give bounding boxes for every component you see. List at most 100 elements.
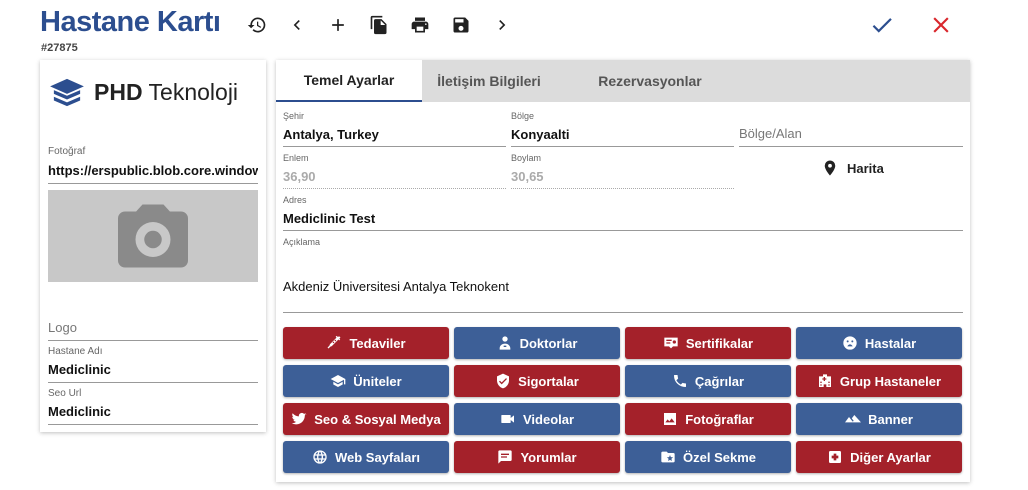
longitude-field: 30,65 bbox=[511, 169, 544, 184]
camera-icon bbox=[118, 204, 188, 268]
button-label: Yorumlar bbox=[520, 449, 577, 465]
divider bbox=[283, 188, 506, 189]
photo-label: Fotoğraf bbox=[48, 146, 86, 157]
map-button[interactable]: Harita bbox=[821, 158, 884, 178]
button-fotoğraflar[interactable]: Fotoğraflar bbox=[625, 403, 791, 435]
chevron-left-icon[interactable] bbox=[284, 12, 310, 38]
map-pin-icon bbox=[824, 160, 836, 176]
region-area-field[interactable]: Bölge/Alan bbox=[739, 126, 802, 141]
medical-box-icon bbox=[827, 449, 843, 465]
divider bbox=[283, 312, 963, 313]
company-logo: PHD Teknoloji bbox=[48, 72, 260, 112]
save-icon[interactable] bbox=[448, 12, 474, 38]
mountain-icon bbox=[845, 411, 862, 427]
button-label: Çağrılar bbox=[694, 373, 745, 389]
hospital-name-label: Hastane Adı bbox=[48, 346, 103, 357]
tab-reservations[interactable]: Rezervasyonlar bbox=[580, 60, 720, 102]
seo-url-label: Seo Url bbox=[48, 388, 82, 399]
divider bbox=[511, 146, 734, 147]
button-label: Üniteler bbox=[353, 373, 402, 389]
button-label: Seo & Sosyal Medya bbox=[314, 411, 441, 427]
button-label: Videolar bbox=[522, 411, 575, 427]
print-icon[interactable] bbox=[407, 12, 433, 38]
button-label: Hastalar bbox=[864, 335, 917, 351]
hospital-icon bbox=[817, 373, 833, 389]
graduation-cap-icon bbox=[330, 373, 346, 389]
button-label: Özel Sekme bbox=[683, 449, 756, 465]
button-sertifikalar[interactable]: Sertifikalar bbox=[625, 327, 791, 359]
longitude-label: Boylam bbox=[511, 153, 542, 163]
region-label: Bölge bbox=[511, 111, 535, 121]
latitude-label: Enlem bbox=[283, 153, 309, 163]
seo-url-field[interactable]: Mediclinic bbox=[48, 404, 111, 419]
divider bbox=[511, 188, 734, 189]
button-üniteler[interactable]: Üniteler bbox=[283, 365, 449, 397]
divider bbox=[283, 230, 963, 231]
divider bbox=[739, 146, 963, 147]
page-title: Hastane Kartı bbox=[40, 6, 221, 38]
photo-url-field[interactable]: https://erspublic.blob.core.windows.net bbox=[48, 163, 258, 178]
button-label: Fotoğraflar bbox=[685, 411, 754, 427]
cancel-close-icon[interactable] bbox=[926, 10, 956, 40]
button-seo-sosyal-medya[interactable]: Seo & Sosyal Medya bbox=[283, 403, 449, 435]
description-label: Açıklama bbox=[283, 237, 321, 247]
address-field[interactable]: Mediclinic Test bbox=[283, 211, 375, 226]
hospital-name-field[interactable]: Mediclinic bbox=[48, 362, 111, 377]
tab-bar: Temel Ayarlar İletişim Bilgileri Rezerva… bbox=[276, 60, 970, 102]
tab-contact-info[interactable]: İletişim Bilgileri bbox=[422, 60, 556, 102]
twitter-icon bbox=[291, 411, 307, 427]
divider bbox=[283, 146, 506, 147]
image-icon bbox=[662, 411, 678, 427]
shield-check-icon bbox=[495, 373, 511, 389]
button-sigortalar[interactable]: Sigortalar bbox=[454, 365, 620, 397]
button-hastalar[interactable]: Hastalar bbox=[796, 327, 962, 359]
copy-icon[interactable] bbox=[366, 12, 392, 38]
button-label: Grup Hastaneler bbox=[839, 373, 942, 389]
logo-field[interactable]: Logo bbox=[48, 320, 77, 335]
button-web-sayfaları[interactable]: Web Sayfaları bbox=[283, 441, 449, 473]
button-videolar[interactable]: Videolar bbox=[454, 403, 620, 435]
photo-placeholder[interactable] bbox=[48, 190, 258, 282]
logo-text: PHD Teknoloji bbox=[94, 78, 239, 105]
button-banner[interactable]: Banner bbox=[796, 403, 962, 435]
button-çağrılar[interactable]: Çağrılar bbox=[625, 365, 791, 397]
chevron-right-icon[interactable] bbox=[489, 12, 515, 38]
button-diğer-ayarlar[interactable]: Diğer Ayarlar bbox=[796, 441, 962, 473]
tab-basic-settings[interactable]: Temel Ayarlar bbox=[276, 60, 422, 102]
video-icon bbox=[500, 411, 516, 427]
doctor-icon bbox=[497, 335, 513, 351]
button-yorumlar[interactable]: Yorumlar bbox=[454, 441, 620, 473]
latitude-field: 36,90 bbox=[283, 169, 316, 184]
divider bbox=[48, 183, 258, 184]
phone-icon bbox=[672, 373, 688, 389]
record-id: #27875 bbox=[41, 42, 78, 54]
button-label: Tedaviler bbox=[349, 335, 406, 351]
button-tedaviler[interactable]: Tedaviler bbox=[283, 327, 449, 359]
region-field[interactable]: Konyaalti bbox=[511, 127, 570, 142]
star-folder-icon bbox=[660, 449, 676, 465]
plus-icon[interactable] bbox=[325, 12, 351, 38]
divider bbox=[48, 340, 258, 341]
button-özel-sekme[interactable]: Özel Sekme bbox=[625, 441, 791, 473]
button-label: Sertifikalar bbox=[685, 335, 754, 351]
button-label: Diğer Ayarlar bbox=[850, 449, 931, 465]
comment-icon bbox=[497, 449, 513, 465]
confirm-check-icon[interactable] bbox=[867, 10, 897, 40]
button-label: Banner bbox=[868, 411, 913, 427]
button-label: Doktorlar bbox=[519, 335, 578, 351]
city-label: Şehir bbox=[283, 111, 305, 121]
page-header: Hastane Kartı #27875 bbox=[40, 4, 980, 56]
button-doktorlar[interactable]: Doktorlar bbox=[454, 327, 620, 359]
settings-panel: Temel Ayarlar İletişim Bilgileri Rezerva… bbox=[276, 60, 970, 482]
hospital-summary-card: PHD Teknoloji Fotoğraf https://erspublic… bbox=[40, 60, 266, 432]
address-label: Adres bbox=[283, 195, 307, 205]
globe-icon bbox=[312, 449, 328, 465]
certificate-icon bbox=[663, 335, 679, 351]
divider bbox=[48, 424, 258, 425]
button-label: Sigortalar bbox=[518, 373, 579, 389]
button-grup-hastaneler[interactable]: Grup Hastaneler bbox=[796, 365, 962, 397]
city-field[interactable]: Antalya, Turkey bbox=[283, 127, 379, 142]
history-icon[interactable] bbox=[244, 12, 270, 38]
description-field[interactable]: Akdeniz Üniversitesi Antalya Teknokent bbox=[283, 279, 509, 294]
divider bbox=[48, 382, 258, 383]
